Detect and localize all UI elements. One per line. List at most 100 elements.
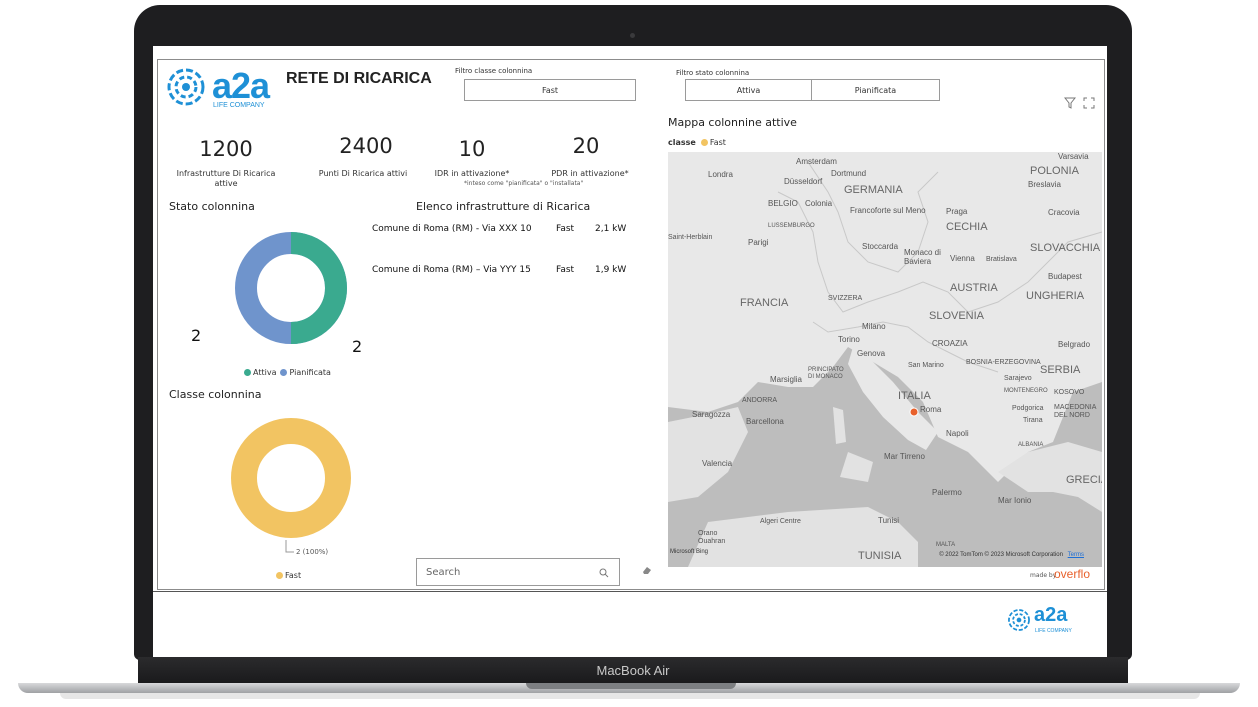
map-label-andorra: ANDORRA <box>742 397 778 404</box>
kpi-footnote: *inteso come "pianificata" o "installata… <box>464 180 584 187</box>
donut-slice-attiva <box>290 232 347 344</box>
kpi-idr-active-label: Infrastrutture Di Ricarica attive <box>176 169 276 188</box>
map-label-stoccarda: Stoccarda <box>862 242 899 251</box>
stato-legend: Attiva Pianificata <box>244 368 331 377</box>
footer-logo: a2a LIFE COMPANY <box>1006 604 1086 640</box>
map-label-palermo: Palermo <box>932 488 962 497</box>
list-row-address[interactable]: Comune di Roma (RM) – Via YYY 15 <box>372 264 550 276</box>
map-marker-roma[interactable] <box>909 407 919 417</box>
state-filter-attiva[interactable]: Attiva <box>685 79 812 101</box>
map-attribution-text: © 2022 TomTom © 2023 Microsoft Corporati… <box>939 552 1063 558</box>
eraser-icon[interactable] <box>642 565 652 575</box>
stato-label-left: 2 <box>191 326 202 345</box>
map-title: Mappa colonnine attive <box>668 116 797 129</box>
list-row-power: 2,1 kW <box>595 224 627 234</box>
map-label-grecia: GRECIA <box>1066 474 1102 486</box>
map-label-amsterdam: Amsterdam <box>796 157 837 166</box>
map-label-milano: Milano <box>862 322 886 331</box>
map-label-montenegro: MONTENEGRO <box>1004 388 1048 394</box>
kpi-pdr-pending-value: 20 <box>572 134 600 158</box>
map-label-austria: AUSTRIA <box>950 282 998 294</box>
list-row-class: Fast <box>556 224 575 234</box>
state-filter-pianificata[interactable]: Pianificata <box>811 79 940 101</box>
filter-icon[interactable] <box>1064 97 1076 109</box>
map-label-bratislava: Bratislava <box>986 256 1017 263</box>
map-label-germania: GERMANIA <box>844 184 903 196</box>
map-label-colonia: Colonia <box>805 199 833 208</box>
map-label-principato: PRINCIPATO DI MONACO <box>808 367 844 380</box>
search-input[interactable]: Search <box>416 558 620 586</box>
map-label-cechia: CECHIA <box>946 221 988 233</box>
logo-tagline: LIFE COMPANY <box>213 102 265 109</box>
footer-divider <box>153 591 1107 592</box>
map-label-london: Londra <box>708 170 733 179</box>
list-row-address[interactable]: Comune di Roma (RM) - Via XXX 10 <box>372 223 550 235</box>
list-row-class: Fast <box>556 265 575 275</box>
map-label-ouahran: Ouahran <box>698 538 726 545</box>
focus-mode-icon[interactable] <box>1083 97 1095 109</box>
map-label-tunisi: Tunisi <box>878 516 900 525</box>
map-terms-link[interactable]: Terms <box>1068 552 1084 558</box>
map-label-svizzera: SVIZZERA <box>828 295 863 302</box>
map-label-podgorica: Podgorica <box>1012 405 1044 412</box>
legend-dot-pianificata <box>280 369 288 376</box>
map-label-praga: Praga <box>946 207 968 216</box>
map-attribution: © 2022 TomTom © 2023 Microsoft Corporati… <box>939 552 1084 558</box>
map-label-parigi: Parigi <box>748 238 769 247</box>
map-label-ionio: Mar Ionio <box>998 496 1032 505</box>
legend-attiva[interactable]: Attiva <box>253 368 276 377</box>
map-label-sanmarino: San Marino <box>908 362 944 369</box>
map-label-albania: ALBANIA <box>1018 442 1044 448</box>
footer-logo-wordmark: a2a <box>1034 604 1068 626</box>
legend-pianificata[interactable]: Pianificata <box>289 368 330 377</box>
leader-line <box>285 540 294 553</box>
map-label-algeri: Algeri Centre <box>760 518 801 525</box>
kpi-pdr-pending-label: PDR in attivazione* <box>551 169 629 178</box>
map-label-monaco: Monaco di Baviera <box>904 248 941 266</box>
map-label-francoforte: Francoforte sul Meno <box>850 206 926 215</box>
legend-fast[interactable]: Fast <box>285 571 301 580</box>
map-legend: classe Fast <box>668 138 726 147</box>
map-label-varsavia: Varsavia <box>1058 152 1089 161</box>
footer-logo-tagline: LIFE COMPANY <box>1035 628 1072 634</box>
report-canvas: a2a LIFE COMPANY RETE DI RICARICA Filtro… <box>157 59 1105 590</box>
map-label-macedonia: MACEDONIA DEL NORD <box>1054 404 1097 419</box>
map-label-saintherblain: Saint-Herblain <box>668 234 713 241</box>
map-legend-item[interactable]: Fast <box>710 138 726 147</box>
stato-label-right: 2 <box>352 337 363 356</box>
donut-slice-fast <box>231 418 351 538</box>
map-label-sarajevo: Sarajevo <box>1004 375 1032 382</box>
kpi-idr-pending-value: 10 <box>458 137 486 161</box>
map-label-dusseldorf: Düsseldorf <box>784 177 823 186</box>
stato-chart-title: Stato colonnina <box>169 200 255 213</box>
class-filter-fast[interactable]: Fast <box>464 79 636 101</box>
map-label-italia: ITALIA <box>898 390 931 402</box>
globe-icon <box>167 68 205 106</box>
map-label-slovenia: SLOVENIA <box>929 310 985 322</box>
map-label-tirreno: Mar Tirreno <box>884 452 925 461</box>
map-label-barcellona: Barcellona <box>746 417 784 426</box>
map-label-breslavia: Breslavia <box>1028 180 1061 189</box>
map-label-francia: FRANCIA <box>740 297 789 309</box>
map-label-vienna: Vienna <box>950 254 975 263</box>
classe-chart-title: Classe colonnina <box>169 388 262 401</box>
classe-data-label: 2 (100%) <box>296 548 329 556</box>
list-row-power: 1,9 kW <box>595 265 627 275</box>
map-bing-logo: Microsoft Bing <box>670 549 709 555</box>
laptop-notch <box>526 683 736 689</box>
map-label-roma: Roma <box>920 405 942 414</box>
search-placeholder: Search <box>426 566 461 578</box>
map-label-valencia: Valencia <box>702 459 733 468</box>
globe-icon <box>1008 609 1030 631</box>
search-icon[interactable] <box>599 568 609 578</box>
laptop-shadow <box>60 693 1200 699</box>
kpi-idr-active-value: 1200 <box>199 137 253 161</box>
map-visual[interactable]: Amsterdam Londra Düsseldorf Dortmund GER… <box>668 152 1102 567</box>
kpi-pdr-active-label: Punti Di Ricarica attivi <box>318 169 408 178</box>
map-legend-dot <box>700 139 708 146</box>
kpi-idr-pending-label: IDR in attivazione* <box>434 169 510 178</box>
map-label-slovacchia: SLOVACCHIA <box>1030 242 1101 254</box>
map-label-torino: Torino <box>838 335 860 344</box>
map-label-genova: Genova <box>857 349 886 358</box>
map-label-orano: Orano <box>698 530 718 537</box>
